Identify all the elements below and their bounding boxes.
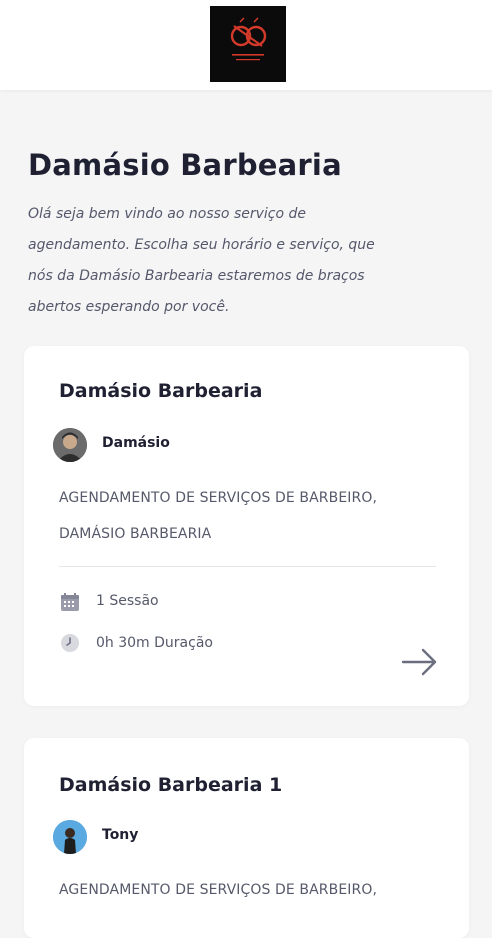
service-description: AGENDAMENTO DE SERVIÇOS DE BARBEIRO, DAM… <box>59 490 377 542</box>
avatar <box>53 820 87 854</box>
page-title: Damásio Barbearia <box>28 148 342 182</box>
staff-name: Damásio <box>102 435 170 451</box>
brand-logo[interactable] <box>210 6 286 82</box>
arrow-right-icon[interactable] <box>401 647 439 677</box>
divider <box>59 566 436 567</box>
top-header <box>0 0 492 90</box>
service-duration: 0h 30m Duração <box>96 635 213 651</box>
service-description: AGENDAMENTO DE SERVIÇOS DE BARBEIRO, <box>59 882 377 898</box>
staff-photo-icon <box>53 428 87 462</box>
welcome-text: Olá seja bem vindo ao nosso serviço de a… <box>28 206 375 315</box>
staff-name: Tony <box>102 827 139 843</box>
service-card[interactable]: Damásio Barbearia 1 Tony AGENDAMENTO DE … <box>24 738 469 938</box>
clock-icon <box>61 634 79 652</box>
avatar <box>53 428 87 462</box>
service-title: Damásio Barbearia <box>59 380 263 402</box>
session-count: 1 Sessão <box>96 593 159 609</box>
damasio-logo-icon <box>230 17 267 61</box>
service-card[interactable]: Damásio Barbearia Damásio AGENDAMENTO DE… <box>24 346 469 706</box>
service-title: Damásio Barbearia 1 <box>59 774 283 796</box>
staff-photo-icon <box>53 820 87 854</box>
calendar-icon <box>61 593 79 611</box>
